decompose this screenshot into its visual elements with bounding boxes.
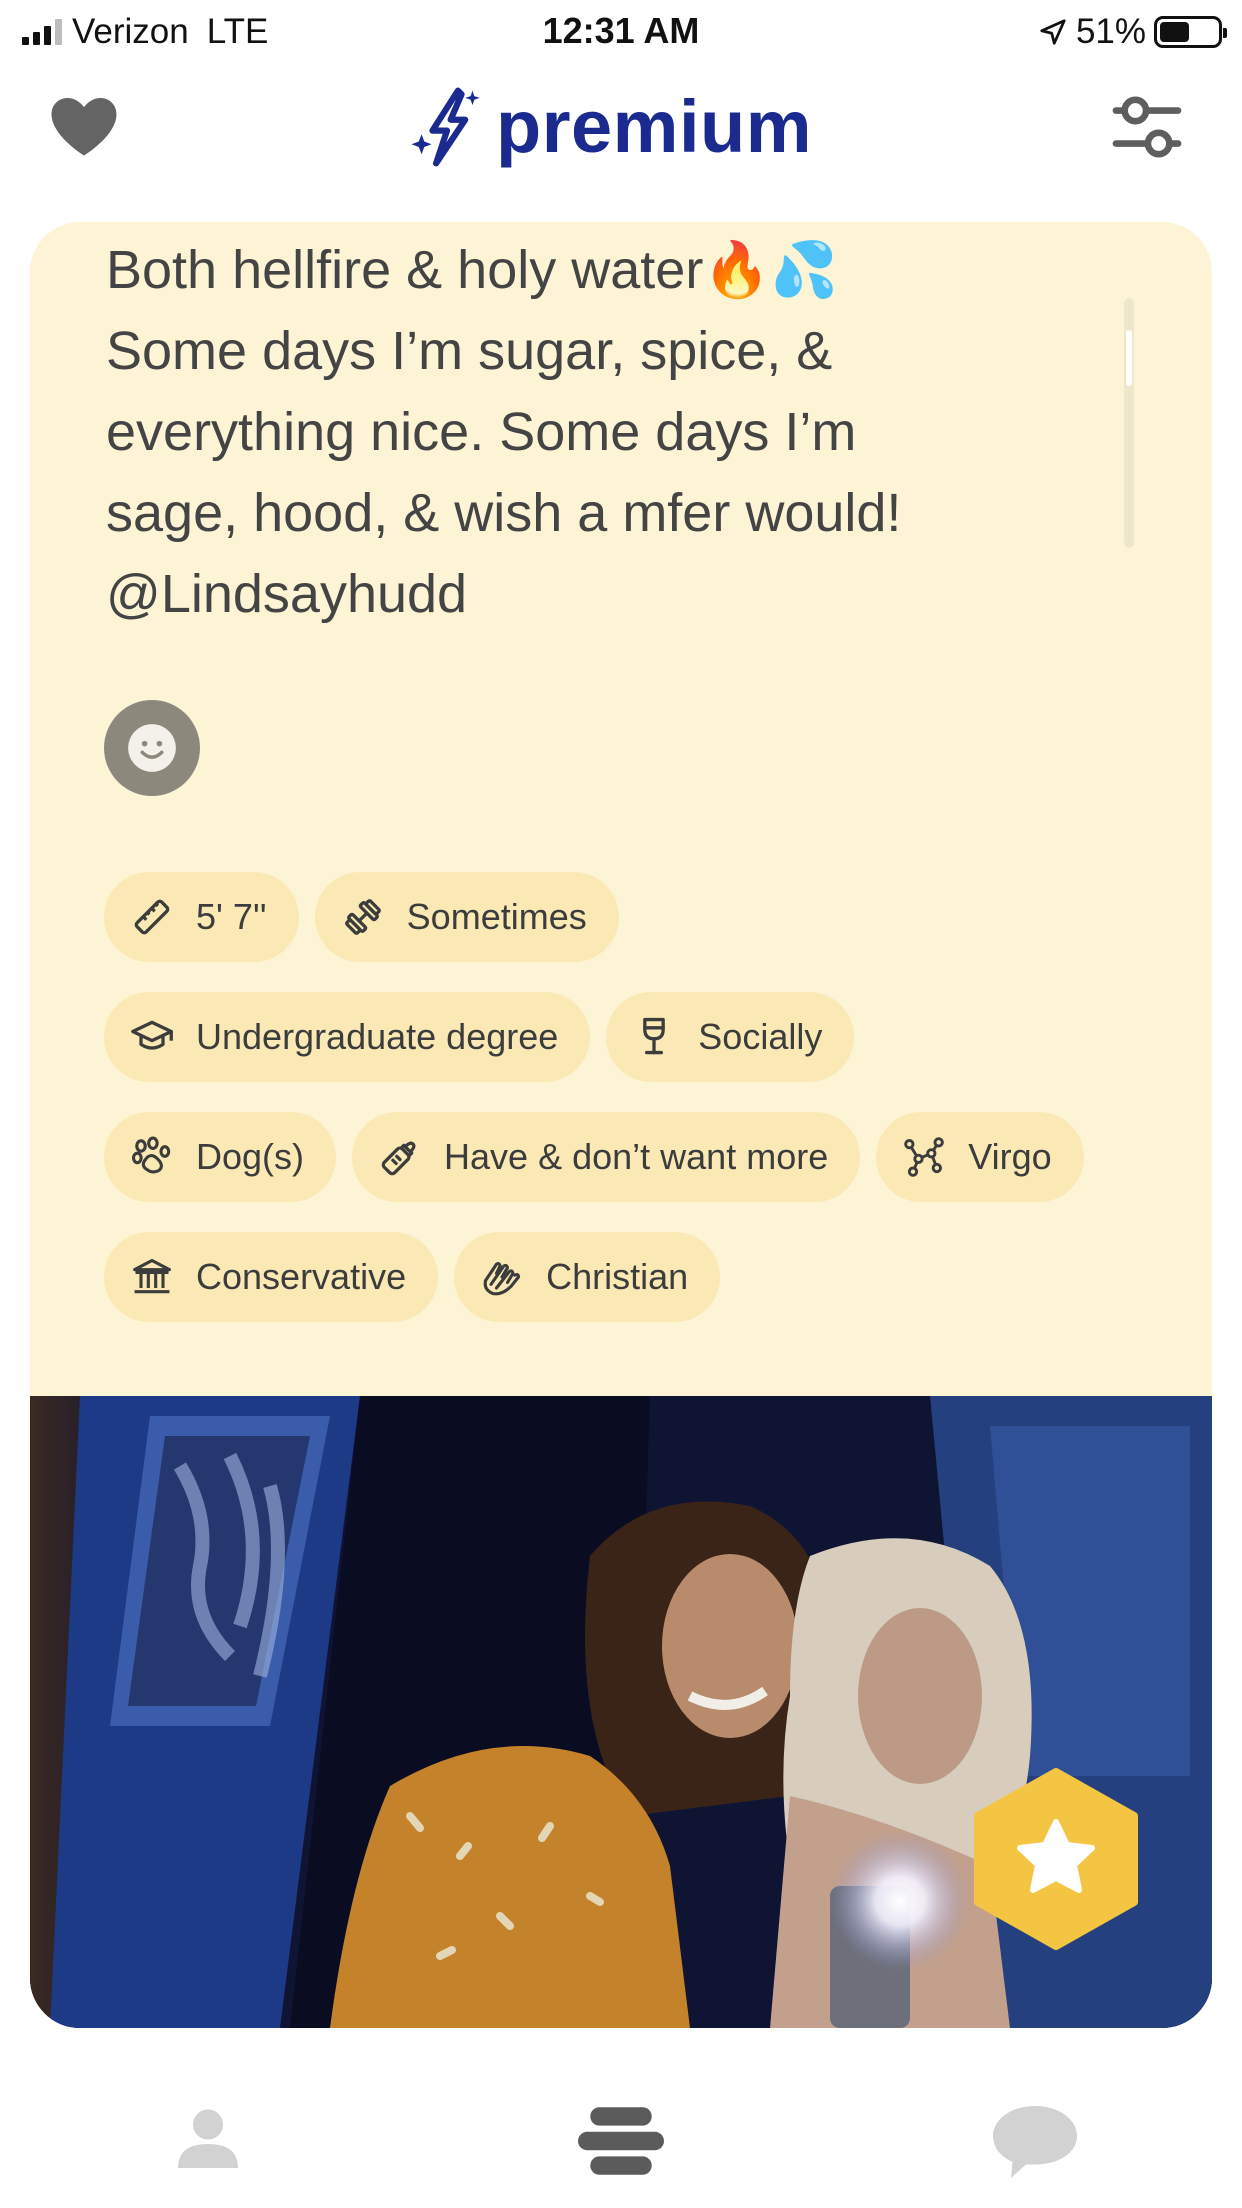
profile-card[interactable]: Both hellfire & holy water🔥💦 Some days I… [30,222,1212,2028]
chip-education: Undergraduate degree [104,992,591,1082]
chip-kids: Have & don’t want more [352,1112,861,1202]
chip-label: Conservative [196,1256,407,1297]
chip-height: 5' 7'' [104,872,299,962]
bio-scrollbar-thumb[interactable] [1126,330,1132,386]
baby-bottle-icon [381,1141,416,1176]
chip-label: Virgo [968,1136,1052,1177]
bio-line: Both hellfire & holy water🔥💦 [106,240,838,300]
ruler-icon [134,899,170,935]
chip-label: Socially [698,1016,823,1057]
bottom-nav [0,2060,1242,2208]
chip-label: Sometimes [406,896,587,937]
dumbbell-icon [344,899,381,935]
chip-label: 5' 7'' [196,896,267,937]
discover-icon[interactable] [578,2102,664,2180]
chip-label: Christian [546,1256,689,1297]
location-arrow-icon [1040,19,1066,45]
battery-icon [1154,16,1227,48]
chip-exercise: Sometimes [314,872,619,962]
bio-line: sage, hood, & wish a mfer would! [106,483,902,543]
chip-politics: Conservative [104,1232,439,1322]
profile-icon[interactable] [172,2102,244,2174]
praying-hands-icon [483,1262,521,1296]
chip-zodiac: Virgo [876,1112,1084,1202]
constellation-icon [904,1137,945,1177]
chip-label: Undergraduate degree [196,1016,559,1057]
bio-line: everything nice. Some days I’m [106,402,857,462]
status-bar: Verizon LTE 12:31 AM 51% [0,0,1242,64]
bio-line: Some days I’m sugar, spice, & [106,321,833,381]
status-right: 51% [1038,12,1227,52]
premium-label: premium [496,85,813,168]
profile-badges: 5' 7'' Sometimes Undergraduate degree So… [104,872,1164,1352]
bio-handle: @Lindsayhudd [106,564,468,624]
filter-sliders-icon[interactable] [1112,95,1182,161]
superswipe-star-button[interactable] [970,1768,1142,1950]
premium-title[interactable]: premium [410,84,812,169]
smiley-icon [128,724,176,772]
heart-icon[interactable] [48,95,120,157]
government-building-icon [133,1258,171,1294]
chip-label: Dog(s) [196,1136,305,1177]
chat-icon[interactable] [990,2102,1080,2182]
chip-label: Have & don’t want more [444,1136,829,1177]
chip-religion: Christian [454,1232,721,1322]
battery-percent: 51% [1075,12,1146,51]
paw-icon [131,1136,171,1174]
profile-photo[interactable] [30,1396,1212,2028]
chip-pets: Dog(s) [104,1112,337,1202]
graduation-cap-icon [131,1020,173,1050]
sparkle-bolt-icon [411,87,480,166]
chip-drinking: Socially [606,992,855,1082]
emoji-reaction-button[interactable] [104,700,200,796]
bio-text: Both hellfire & holy water🔥💦 Some days I… [106,230,1106,635]
wine-glass-icon [643,1017,666,1055]
app-header: premium [0,70,1242,190]
